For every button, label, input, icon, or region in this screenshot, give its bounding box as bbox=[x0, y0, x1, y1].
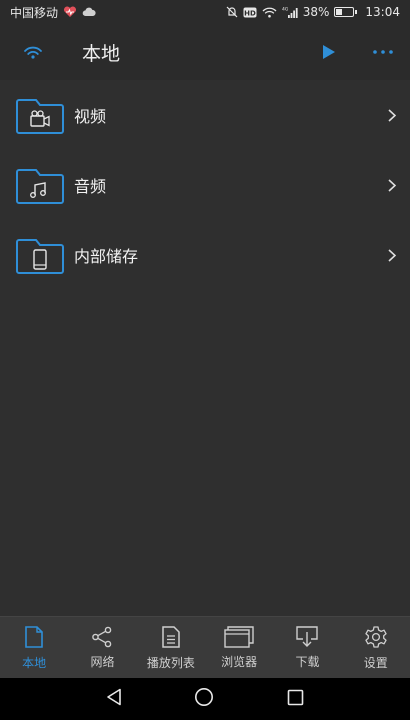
hd-icon: HD bbox=[243, 7, 257, 18]
back-button[interactable] bbox=[106, 688, 122, 710]
tab-settings[interactable]: 设置 bbox=[342, 617, 410, 678]
list-item-label: 内部储存 bbox=[74, 247, 139, 266]
status-bar: 中国移动 HD 4G 38% 13:04 bbox=[0, 0, 410, 24]
play-icon bbox=[323, 45, 335, 59]
tab-label: 播放列表 bbox=[146, 655, 195, 670]
more-button[interactable] bbox=[356, 24, 410, 80]
mute-icon bbox=[226, 6, 238, 18]
status-right: HD 4G 38% 13:04 bbox=[226, 5, 400, 19]
recents-button[interactable] bbox=[287, 689, 304, 710]
tab-local[interactable]: 本地 bbox=[0, 617, 68, 678]
recents-square-icon bbox=[287, 689, 304, 705]
chevron-right-icon bbox=[374, 178, 410, 192]
share-icon bbox=[92, 626, 112, 647]
chevron-right-icon bbox=[374, 248, 410, 262]
home-circle-icon bbox=[195, 688, 214, 706]
cloud-icon bbox=[82, 7, 96, 17]
signal-icon: 4G bbox=[282, 6, 298, 18]
battery-icon bbox=[334, 7, 358, 17]
chevron-right-icon bbox=[374, 108, 410, 122]
system-nav-bar bbox=[0, 678, 410, 720]
file-icon bbox=[25, 625, 43, 648]
tab-label: 网络 bbox=[90, 654, 115, 669]
list-item-label: 视频 bbox=[74, 107, 107, 126]
bottom-tab-bar: 本地 网络 播放列表 浏览器 下载 设置 bbox=[0, 616, 410, 678]
back-triangle-icon bbox=[107, 688, 121, 706]
health-icon bbox=[63, 6, 77, 18]
clock: 13:04 bbox=[365, 5, 400, 19]
download-icon bbox=[296, 625, 319, 647]
settings-icon bbox=[365, 625, 387, 648]
browser-icon bbox=[224, 625, 254, 648]
music-folder-icon bbox=[16, 169, 64, 204]
more-icon bbox=[373, 50, 393, 54]
svg-text:HD: HD bbox=[244, 9, 256, 17]
status-left: 中国移动 bbox=[10, 4, 96, 21]
local-folder-list: 视频 音频 内部储存 bbox=[0, 80, 410, 290]
list-item-video[interactable]: 视频 bbox=[0, 80, 410, 150]
tab-playlist[interactable]: 播放列表 bbox=[137, 617, 205, 678]
battery-percent: 38% bbox=[302, 5, 330, 19]
wifi-icon bbox=[262, 7, 277, 18]
wifi-icon bbox=[24, 46, 42, 59]
phone-folder-icon bbox=[16, 239, 64, 274]
tab-network[interactable]: 网络 bbox=[68, 617, 136, 678]
home-button[interactable] bbox=[194, 687, 214, 711]
tab-label: 浏览器 bbox=[221, 654, 258, 669]
page-title: 本地 bbox=[82, 42, 121, 65]
tab-browser[interactable]: 浏览器 bbox=[205, 617, 273, 678]
tab-label: 本地 bbox=[22, 655, 47, 670]
tab-download[interactable]: 下载 bbox=[273, 617, 341, 678]
tab-label: 下载 bbox=[295, 654, 320, 669]
app-bar: 本地 bbox=[0, 24, 410, 80]
list-item-label: 音频 bbox=[74, 177, 107, 196]
video-folder-icon bbox=[16, 99, 64, 134]
carrier-label: 中国移动 bbox=[10, 5, 59, 20]
wifi-transfer-button[interactable] bbox=[0, 24, 66, 80]
svg-text:4G: 4G bbox=[282, 7, 289, 13]
list-item-internal-storage[interactable]: 内部储存 bbox=[0, 220, 410, 290]
playlist-icon bbox=[162, 625, 180, 648]
tab-label: 设置 bbox=[363, 655, 388, 670]
list-item-audio[interactable]: 音频 bbox=[0, 150, 410, 220]
play-button[interactable] bbox=[302, 24, 356, 80]
